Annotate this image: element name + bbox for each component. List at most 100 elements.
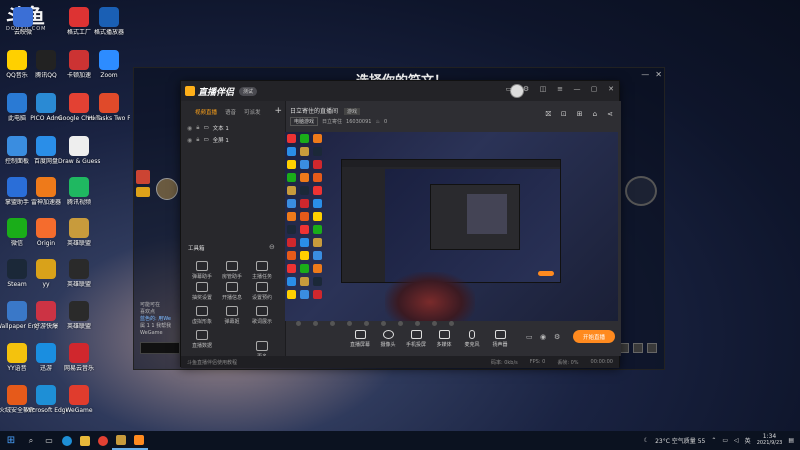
settings-icon[interactable]: ⚙ xyxy=(554,333,560,341)
phone-cast-button[interactable]: 手机投屏 xyxy=(402,330,430,348)
scene-item[interactable]: ◉ 🔒︎ ▭ 文本 1 xyxy=(181,122,285,134)
game-category-chip[interactable]: 电脑游戏 xyxy=(290,117,319,126)
weather-icon[interactable]: ☾ xyxy=(644,437,649,444)
game-ctrl-2[interactable] xyxy=(633,343,643,353)
record-icon[interactable]: ▭ xyxy=(526,333,533,341)
scene-type-icon: ▭ xyxy=(203,137,209,143)
clock[interactable]: 1:34 2021/9/23 xyxy=(757,433,783,447)
tool-button[interactable]: 弹幕助手 xyxy=(187,261,217,280)
chrome-taskbar-icon[interactable] xyxy=(94,431,112,450)
tool-button[interactable]: 歌词展示 xyxy=(247,306,277,325)
player-icon[interactable]: 格式播放器 xyxy=(88,7,130,36)
camera-button[interactable]: 摄像头 xyxy=(374,330,402,348)
tool-button[interactable]: 抽奖设置 xyxy=(187,282,217,301)
speaker-button[interactable]: 扬声器 xyxy=(486,330,514,348)
desktop-icon-label: 格式播放器 xyxy=(93,29,124,36)
message-icon[interactable]: ▭ xyxy=(505,85,513,93)
tool-button[interactable]: 主播任务 xyxy=(247,261,277,280)
preview-desktop-icon xyxy=(287,199,296,208)
game-chat-input[interactable] xyxy=(140,342,180,354)
toolbox-more-icon[interactable]: ⊖ xyxy=(269,243,275,251)
lol3-icon[interactable]: 英雄联盟 xyxy=(58,301,100,330)
tab-voice[interactable]: 语音 xyxy=(225,108,236,116)
room-category[interactable]: 游戏 xyxy=(343,108,360,115)
add-scene-icon[interactable]: + xyxy=(274,106,282,116)
tab-dispatch[interactable]: 可派发 xyxy=(244,108,261,116)
language-indicator[interactable]: 英 xyxy=(745,436,751,445)
eye-icon[interactable]: ◉ xyxy=(187,125,192,132)
screen-capture-button[interactable]: 直播屏幕 xyxy=(346,330,374,348)
file-explorer-icon[interactable] xyxy=(76,431,94,450)
lock-icon[interactable]: 🔒︎ xyxy=(196,124,199,132)
chat-line: 可能可在 xyxy=(140,302,161,308)
nested-deep-window xyxy=(467,194,507,234)
app-logo: 直播伴侣 xyxy=(185,85,234,98)
lock-icon[interactable]: ⊡ xyxy=(561,110,567,119)
eye-icon[interactable]: ◉ xyxy=(187,137,192,144)
bell-icon[interactable]: ⌂ xyxy=(593,110,597,119)
start-live-button[interactable]: 开始直播 xyxy=(573,330,615,343)
lol2-icon[interactable]: 英雄联盟 xyxy=(58,259,100,288)
menu-icon[interactable]: ≡ xyxy=(556,85,564,93)
control-label: 摄像头 xyxy=(380,342,396,348)
tool-button[interactable]: 开播信息 xyxy=(217,282,247,301)
app-glyph xyxy=(69,7,89,27)
app-version-badge[interactable]: 测试 xyxy=(239,86,258,96)
start-button[interactable]: ⊞ xyxy=(0,435,22,446)
nested-start-button xyxy=(538,271,554,276)
yunying-icon[interactable]: 云映微 xyxy=(2,7,44,36)
scene-item[interactable]: ◉ 🔒︎ ▭ 全屏 1 xyxy=(181,134,285,146)
minimize-icon[interactable]: — xyxy=(573,85,581,93)
game-ctrl-3[interactable] xyxy=(647,343,657,353)
wegame-icon[interactable]: WeGame xyxy=(58,385,100,414)
tool-button[interactable]: 设置预约 xyxy=(247,282,277,301)
edge-taskbar-icon[interactable] xyxy=(58,431,76,450)
room-id: 16030091 xyxy=(346,118,372,125)
lol-icon[interactable]: 英雄联盟 xyxy=(58,218,100,247)
chevron-up-icon[interactable]: ⌃ xyxy=(711,437,716,444)
draw-guess-icon[interactable]: Draw & Guess xyxy=(58,136,100,165)
eye-icon[interactable]: ◉ xyxy=(540,333,546,341)
hitasks-icon[interactable]: Hi Tasks Two Fl... xyxy=(88,93,130,122)
minimize-icon[interactable]: — xyxy=(641,70,649,84)
tool-button[interactable]: 弹幕姬 xyxy=(217,306,247,325)
notification-icon[interactable]: ▤ xyxy=(788,437,794,444)
tutorial-link[interactable]: 斗鱼直播伴侣使用教程 xyxy=(187,359,491,366)
champ-icon-2 xyxy=(136,187,150,197)
settings-icon[interactable]: ⚙ xyxy=(522,85,530,93)
close-icon[interactable]: ✕ xyxy=(655,70,662,84)
lol-taskbar-icon[interactable] xyxy=(112,431,130,450)
gift-icon[interactable]: ⛝ xyxy=(546,110,551,119)
preview-desktop-icon xyxy=(300,147,309,156)
netease-music-icon[interactable]: 网易云音乐 xyxy=(58,343,100,372)
weather-text[interactable]: 23°C 空气质量 55 xyxy=(655,436,705,445)
tool-button[interactable]: 房管助手 xyxy=(217,261,247,280)
tool-button[interactable]: 虚拟形象 xyxy=(187,306,217,325)
tab-video-live[interactable]: 视频直播 xyxy=(195,108,217,116)
tool-button[interactable]: 直播数据 xyxy=(187,330,217,349)
live-preview-canvas[interactable] xyxy=(285,132,618,321)
volume-icon[interactable]: ◁ xyxy=(734,437,739,444)
close-icon[interactable]: ✕ xyxy=(607,85,615,93)
preview-desktop-icon xyxy=(287,225,296,234)
desktop-icon-label: 英雄联盟 xyxy=(66,323,91,330)
maximize-icon[interactable]: ▢ xyxy=(590,85,598,93)
preview-desktop-icon xyxy=(313,251,322,260)
lock-icon[interactable]: 🔒︎ xyxy=(196,136,199,144)
gift-icon[interactable]: ◫ xyxy=(539,85,547,93)
search-icon[interactable]: ⌕ xyxy=(22,431,40,450)
task-view-icon[interactable]: ▭ xyxy=(40,431,58,450)
media-button[interactable]: 多媒体 xyxy=(430,330,458,348)
app-glyph xyxy=(7,177,27,197)
douyu-taskbar-icon[interactable] xyxy=(130,431,148,450)
zoom-icon[interactable]: Zoom xyxy=(88,50,130,79)
game-champion-portrait xyxy=(136,170,178,200)
microphone-button[interactable]: 麦克风 xyxy=(458,330,486,348)
preview-desktop-icon xyxy=(300,212,309,221)
game-rune-circle[interactable] xyxy=(625,176,657,206)
app-glyph xyxy=(7,259,27,279)
network-icon[interactable]: ▭ xyxy=(722,437,728,444)
fullscreen-icon[interactable]: ⊞ xyxy=(577,110,583,119)
tencent-video-icon[interactable]: 腾讯视频 xyxy=(58,177,100,206)
share-icon[interactable]: ⋖ xyxy=(607,110,613,119)
